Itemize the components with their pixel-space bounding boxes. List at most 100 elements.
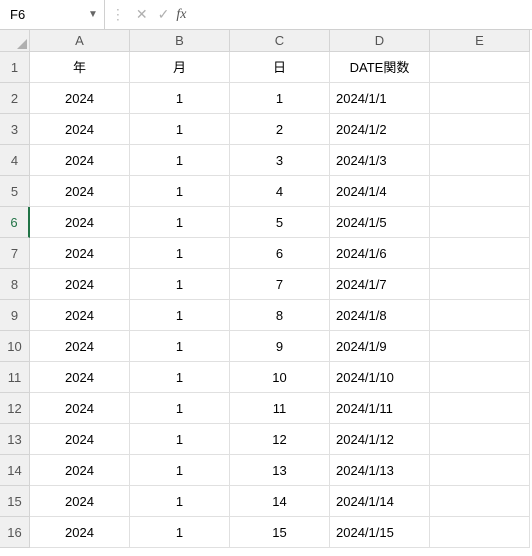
cell[interactable] [430,238,530,269]
row-header[interactable]: 1 [0,52,30,83]
cell[interactable]: 2024/1/8 [330,300,430,331]
cell[interactable] [430,362,530,393]
cell[interactable] [430,424,530,455]
cell[interactable]: 3 [230,145,330,176]
col-header[interactable]: E [430,30,530,52]
row-header[interactable]: 11 [0,362,30,393]
cell[interactable]: 2024/1/11 [330,393,430,424]
cell[interactable]: 1 [130,486,230,517]
cell[interactable]: 1 [130,455,230,486]
cell[interactable]: 2024 [30,207,130,238]
cell[interactable] [430,52,530,83]
row-header[interactable]: 14 [0,455,30,486]
cell[interactable]: 年 [30,52,130,83]
row-header[interactable]: 10 [0,331,30,362]
cell[interactable]: 6 [230,238,330,269]
cell[interactable]: 1 [130,517,230,548]
cell[interactable]: 2024/1/14 [330,486,430,517]
cell[interactable] [430,517,530,548]
cell[interactable]: 2024 [30,300,130,331]
cell[interactable]: 15 [230,517,330,548]
cell[interactable]: 1 [130,83,230,114]
check-icon[interactable]: ✓ [153,6,175,23]
cell[interactable]: 2024/1/7 [330,269,430,300]
cell[interactable]: 1 [130,145,230,176]
cell[interactable] [430,114,530,145]
cell[interactable] [430,455,530,486]
cell[interactable]: 日 [230,52,330,83]
cell[interactable]: 2024 [30,362,130,393]
cell[interactable]: 4 [230,176,330,207]
col-header[interactable]: D [330,30,430,52]
cell[interactable]: 2024 [30,269,130,300]
cell[interactable]: 10 [230,362,330,393]
cell[interactable]: 1 [130,393,230,424]
cell[interactable]: 2024/1/15 [330,517,430,548]
row-header[interactable]: 2 [0,83,30,114]
cell[interactable] [430,83,530,114]
cell[interactable]: 2024 [30,145,130,176]
cell[interactable]: 2024 [30,486,130,517]
cell[interactable]: 2024 [30,424,130,455]
cell[interactable]: 8 [230,300,330,331]
cell[interactable]: 2024 [30,455,130,486]
cancel-icon[interactable]: ✕ [131,6,153,23]
cell[interactable]: 2024/1/13 [330,455,430,486]
cell[interactable]: 2024/1/4 [330,176,430,207]
cell[interactable]: 2024 [30,114,130,145]
cell[interactable] [430,176,530,207]
cell[interactable]: 2024 [30,176,130,207]
cell[interactable]: 7 [230,269,330,300]
formula-input[interactable] [192,0,532,29]
cell[interactable]: 1 [130,176,230,207]
cell[interactable]: 2024 [30,393,130,424]
cell[interactable]: 1 [130,300,230,331]
cell[interactable]: 11 [230,393,330,424]
row-header[interactable]: 9 [0,300,30,331]
cell[interactable]: 2024/1/5 [330,207,430,238]
cell[interactable]: 1 [130,424,230,455]
cell[interactable]: 2024 [30,517,130,548]
row-header[interactable]: 5 [0,176,30,207]
row-header[interactable]: 16 [0,517,30,548]
cell[interactable]: 2024/1/9 [330,331,430,362]
cell[interactable]: 月 [130,52,230,83]
cell[interactable] [430,393,530,424]
cell[interactable] [430,207,530,238]
cell[interactable] [430,269,530,300]
cell[interactable]: 2024/1/12 [330,424,430,455]
row-header[interactable]: 3 [0,114,30,145]
col-header[interactable]: C [230,30,330,52]
row-header[interactable]: 8 [0,269,30,300]
cell[interactable]: 2024/1/2 [330,114,430,145]
cell[interactable]: 2024 [30,83,130,114]
select-all-corner[interactable] [0,30,30,52]
cell[interactable]: 1 [130,269,230,300]
cell[interactable]: 1 [130,331,230,362]
row-header[interactable]: 15 [0,486,30,517]
fx-icon[interactable]: fx [174,7,192,23]
cell[interactable]: 1 [230,83,330,114]
chevron-down-icon[interactable]: ▼ [84,9,102,20]
cell[interactable] [430,300,530,331]
cell[interactable]: 2 [230,114,330,145]
name-box[interactable] [6,5,84,24]
cell[interactable]: 14 [230,486,330,517]
cell[interactable]: 2024/1/6 [330,238,430,269]
cell[interactable]: 1 [130,114,230,145]
col-header[interactable]: A [30,30,130,52]
cell[interactable]: 2024/1/10 [330,362,430,393]
cell[interactable]: 1 [130,207,230,238]
cell[interactable]: 9 [230,331,330,362]
row-header[interactable]: 12 [0,393,30,424]
cell[interactable] [430,486,530,517]
cell[interactable] [430,145,530,176]
cell[interactable]: 1 [130,362,230,393]
row-header[interactable]: 13 [0,424,30,455]
cell[interactable]: 2024 [30,331,130,362]
cell[interactable]: 5 [230,207,330,238]
row-header[interactable]: 7 [0,238,30,269]
cell[interactable]: 13 [230,455,330,486]
col-header[interactable]: B [130,30,230,52]
cell[interactable]: 12 [230,424,330,455]
